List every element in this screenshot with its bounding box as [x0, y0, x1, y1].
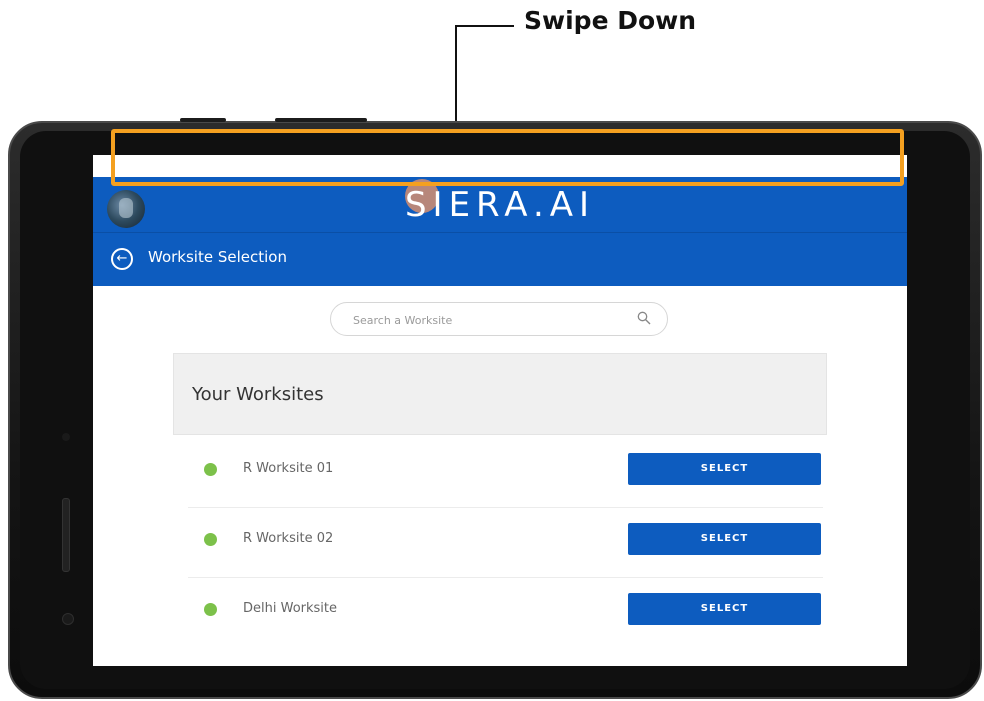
panel-title: Your Worksites — [192, 384, 324, 405]
list-item: R Worksite 01 SELECT — [188, 438, 823, 508]
arrow-left-circle-icon[interactable]: ← — [111, 248, 133, 270]
camera-icon — [62, 613, 74, 625]
list-item: Delhi Worksite SELECT — [188, 578, 823, 647]
search-input[interactable] — [351, 310, 625, 330]
swipe-area-highlight — [111, 129, 904, 186]
device-screen: SIERA.AI ← Worksite Selection Your Works… — [93, 155, 907, 666]
volume-button — [180, 118, 226, 122]
worksite-name: R Worksite 02 — [243, 531, 334, 546]
power-button — [275, 118, 367, 122]
swipe-down-instruction: Swipe Down — [524, 6, 697, 35]
page-subheader: ← Worksite Selection — [93, 233, 907, 286]
search-bar — [330, 302, 668, 336]
home-button — [62, 498, 70, 572]
worksite-name: R Worksite 01 — [243, 461, 334, 476]
search-icon[interactable] — [637, 311, 653, 327]
status-dot-icon — [204, 463, 217, 476]
list-item: R Worksite 02 SELECT — [188, 508, 823, 578]
select-button[interactable]: SELECT — [628, 453, 821, 485]
status-dot-icon — [204, 533, 217, 546]
app-logo: SIERA.AI — [404, 185, 596, 225]
worksites-panel-header: Your Worksites — [173, 353, 827, 435]
select-button[interactable]: SELECT — [628, 523, 821, 555]
sensor-icon — [62, 433, 70, 441]
annotation-line — [456, 25, 514, 27]
status-dot-icon — [204, 603, 217, 616]
select-button[interactable]: SELECT — [628, 593, 821, 625]
worksite-list: R Worksite 01 SELECT R Worksite 02 SELEC… — [188, 438, 823, 647]
worksite-name: Delhi Worksite — [243, 601, 338, 616]
page-title: Worksite Selection — [148, 248, 287, 266]
